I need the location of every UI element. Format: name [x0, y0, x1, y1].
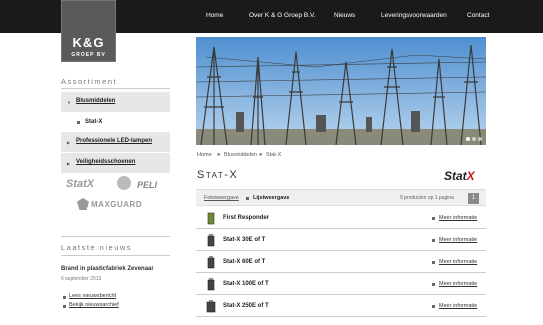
- sidebar-item-led-lampen[interactable]: ▶ Professionele LED-lampen: [61, 132, 170, 153]
- sidebar-item-veiligheidsschoenen[interactable]: ▶ Veiligheidsschoenen: [61, 153, 170, 174]
- more-info-link[interactable]: Meer informatie: [439, 237, 477, 243]
- carousel-dot[interactable]: [478, 137, 482, 141]
- sidebar-item-label: Professionele LED-lampen: [76, 138, 153, 144]
- peli-emblem-icon: [117, 176, 131, 190]
- bullet-icon: [246, 197, 249, 200]
- triangle-right-icon: ▶: [67, 140, 71, 145]
- hero-image-substation: [196, 37, 486, 145]
- nav-delivery-terms[interactable]: Leveringsvoorwaarden: [381, 12, 447, 19]
- statx-brand-x: X: [466, 169, 475, 183]
- list-view-label: Lijstweergave: [253, 195, 290, 201]
- peli-brand-mark[interactable]: PELI: [137, 180, 157, 190]
- nav-news[interactable]: Nieuws: [334, 12, 355, 19]
- logo-main-text: K&G: [72, 35, 105, 50]
- breadcrumb-separator: ■: [259, 152, 263, 158]
- breadcrumb-separator: ■: [217, 152, 221, 158]
- news-headline[interactable]: Brand in plasticfabriek Zevenaar: [61, 266, 154, 272]
- divider: [61, 255, 170, 256]
- product-thumbnail[interactable]: [206, 255, 216, 270]
- news-section-title: Laatste nieuws: [61, 243, 133, 252]
- statx-brand-logo: StatX: [444, 169, 475, 183]
- product-thumbnail[interactable]: [206, 299, 216, 314]
- breadcrumb-blusmiddelen[interactable]: Blusmiddelen: [224, 152, 257, 158]
- nav-about[interactable]: Over K & G Groep B.V.: [249, 12, 316, 19]
- nav-home[interactable]: Home: [206, 12, 223, 19]
- triangle-right-icon: ▶: [67, 161, 71, 166]
- sidebar-item-blusmiddelen[interactable]: ▼ Blusmiddelen: [61, 92, 170, 113]
- statx-brand-text: Stat: [444, 169, 467, 183]
- product-name[interactable]: Stat-X 250E of T: [223, 303, 269, 309]
- product-name[interactable]: Stat-X 30E of T: [223, 237, 265, 243]
- maxguard-shield-icon: [77, 198, 89, 210]
- bullet-icon: [432, 283, 435, 286]
- bullet-icon: [432, 217, 435, 220]
- triangle-down-icon: ▼: [67, 100, 71, 105]
- sidebar-item-label: Blusmiddelen: [76, 98, 116, 104]
- news-date: 6 september 2013: [61, 276, 102, 282]
- photo-view-link[interactable]: Fotoweergave: [204, 195, 239, 201]
- company-logo[interactable]: K&G GROEP BV: [61, 0, 116, 62]
- view-toolbar: Fotoweergave Lijstweergave 9 producten o…: [196, 189, 486, 206]
- read-news-link[interactable]: Lees nieuwsbericht: [69, 293, 116, 299]
- carousel-dot[interactable]: [466, 137, 470, 141]
- product-name[interactable]: Stat-X 60E of T: [223, 259, 265, 265]
- product-row: Stat-X 60E of T Meer informatie: [196, 252, 486, 273]
- divider: [61, 236, 170, 237]
- breadcrumb-home[interactable]: Home: [197, 152, 212, 158]
- statx-brand-mark[interactable]: StatX: [66, 178, 94, 190]
- product-thumbnail[interactable]: [206, 233, 216, 248]
- sidebar-title: Assortiment: [61, 77, 118, 86]
- bullet-icon: [432, 261, 435, 264]
- bullet-icon: [63, 305, 66, 308]
- divider: [61, 88, 170, 89]
- logo-sub-text: GROEP BV: [71, 52, 106, 58]
- product-name[interactable]: Stat-X 100E of T: [223, 281, 269, 287]
- breadcrumb-current: Stat-X: [266, 152, 282, 158]
- bullet-icon: [77, 121, 80, 124]
- product-count: 9 producten op 1 pagina: [400, 195, 454, 201]
- product-thumbnail[interactable]: [206, 277, 216, 292]
- more-info-link[interactable]: Meer informatie: [439, 215, 477, 221]
- bullet-icon: [432, 305, 435, 308]
- product-row: First Responder Meer informatie: [196, 208, 486, 229]
- nav-contact[interactable]: Contact: [467, 12, 489, 19]
- sidebar-subitem-statx[interactable]: Stat-X: [61, 113, 170, 132]
- product-row: Stat-X 30E of T Meer informatie: [196, 230, 486, 251]
- product-thumbnail[interactable]: [206, 211, 216, 226]
- carousel-dot[interactable]: [472, 137, 476, 141]
- bullet-icon: [432, 239, 435, 242]
- carousel-indicators[interactable]: [466, 137, 482, 141]
- bullet-icon: [63, 296, 66, 299]
- substation-illustration: [196, 37, 486, 145]
- news-archive-link[interactable]: Bekijk nieuwsarchief: [69, 302, 119, 308]
- product-name[interactable]: First Responder: [223, 215, 269, 221]
- product-row: Stat-X 250E of T Meer informatie: [196, 296, 486, 317]
- more-info-link[interactable]: Meer informatie: [439, 281, 477, 287]
- more-info-link[interactable]: Meer informatie: [439, 259, 477, 265]
- maxguard-brand-mark[interactable]: MAXGUARD: [91, 200, 142, 209]
- page-number-button[interactable]: 1: [468, 193, 479, 204]
- sidebar-subitem-label: Stat-X: [85, 119, 103, 125]
- sidebar-item-label: Veiligheidsschoenen: [76, 159, 136, 165]
- product-row: Stat-X 100E of T Meer informatie: [196, 274, 486, 295]
- more-info-link[interactable]: Meer informatie: [439, 303, 477, 309]
- page-title: Stat-X: [197, 169, 239, 181]
